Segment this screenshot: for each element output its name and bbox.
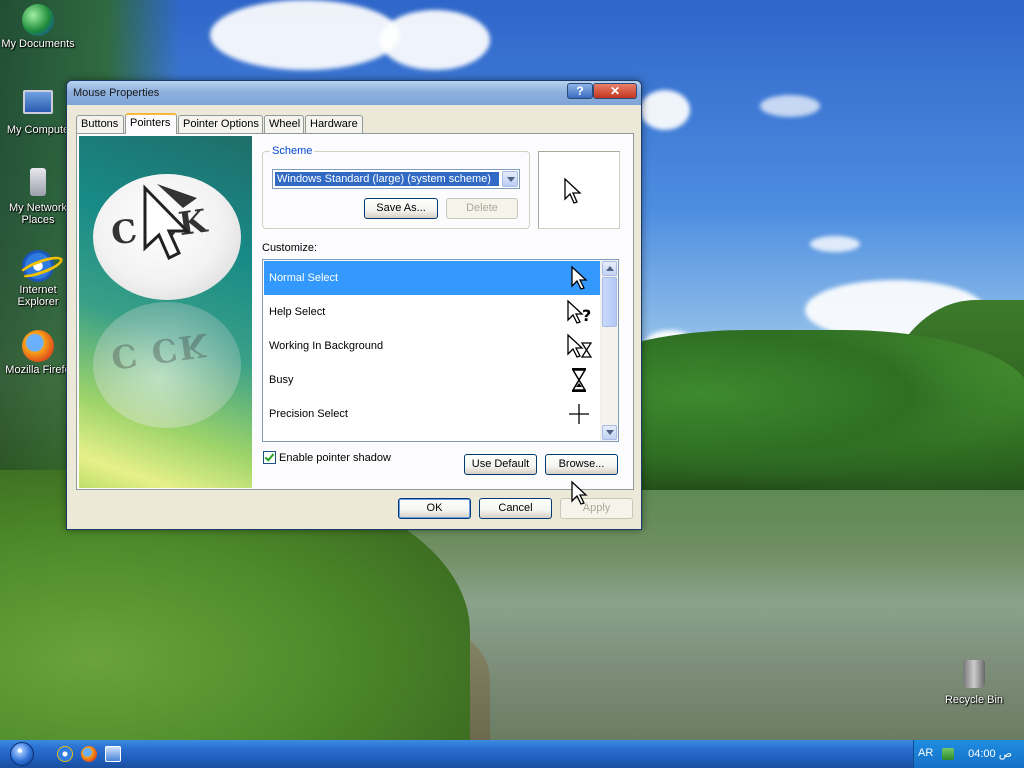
crosshair-cursor-icon: [569, 404, 589, 424]
svg-text:?: ?: [582, 306, 591, 325]
hourglass-cursor-icon: [571, 368, 587, 392]
clock[interactable]: 04:00 ص: [968, 747, 1012, 760]
desktop-icon-label: My Network Places: [8, 202, 68, 226]
internet-explorer-icon: [22, 250, 54, 282]
delete-button[interactable]: Delete: [446, 198, 518, 219]
arrow-cursor-icon: [564, 177, 582, 204]
help-cursor-icon: ?: [567, 299, 591, 325]
taskbar: AR 04:00 ص: [0, 740, 1024, 768]
ok-button[interactable]: OK: [398, 498, 471, 519]
firefox-icon[interactable]: [81, 746, 97, 762]
tab-wheel[interactable]: Wheel: [264, 115, 304, 133]
list-item-label: Working In Background: [269, 340, 384, 352]
list-item-label: Precision Select: [269, 408, 348, 420]
pointers-tab-panel: C​ CK C​ CK Scheme Windows Standard (lar…: [76, 133, 634, 490]
start-button[interactable]: [10, 742, 34, 766]
list-item-normal-select[interactable]: Normal Select: [264, 261, 600, 295]
arrow-cursor-icon: [571, 265, 588, 290]
my-computer-icon: [22, 90, 54, 122]
list-item-label: Normal Select: [269, 272, 339, 284]
list-item-busy[interactable]: Busy: [264, 363, 600, 397]
cloud: [760, 95, 820, 117]
desktop-icon-label: My Documents: [1, 38, 75, 50]
window-title: Mouse Properties: [73, 87, 160, 99]
scheme-selected-value: Windows Standard (large) (system scheme): [275, 172, 499, 186]
help-button[interactable]: ?: [567, 83, 593, 99]
cursor-preview: [538, 151, 620, 229]
desktop-icon-label: Internet Explorer: [17, 284, 59, 308]
use-default-button[interactable]: Use Default: [464, 454, 537, 475]
tab-pointer-options[interactable]: Pointer Options: [178, 115, 263, 133]
list-item-working-in-background[interactable]: Working In Background: [264, 329, 600, 363]
show-desktop-icon[interactable]: [105, 746, 121, 762]
internet-explorer-icon[interactable]: [57, 746, 73, 762]
network-places-icon: [22, 168, 54, 200]
language-indicator[interactable]: AR: [918, 747, 933, 759]
my-documents-icon: [22, 4, 54, 36]
cursor-list[interactable]: Normal Select Help Select ? Working In B…: [262, 259, 619, 442]
browse-button[interactable]: Browse...: [545, 454, 618, 475]
enable-pointer-shadow-label[interactable]: Enable pointer shadow: [279, 452, 391, 464]
tab-pointers[interactable]: Pointers: [125, 113, 177, 134]
list-item-help-select[interactable]: Help Select ?: [264, 295, 600, 329]
cloud: [380, 10, 490, 70]
chevron-down-icon[interactable]: [502, 171, 518, 187]
desktop-icon-label: Recycle Bin: [944, 694, 1004, 706]
working-cursor-icon: [567, 333, 592, 358]
scheme-group-label: Scheme: [270, 145, 315, 157]
mouse-pointer-icon: [571, 480, 588, 505]
scroll-down-icon[interactable]: [602, 425, 617, 440]
big-arrow-cursor-icon: [143, 184, 197, 261]
list-item-precision-select[interactable]: Precision Select: [264, 397, 600, 431]
mouse-properties-dialog: Mouse Properties ? ✕ Buttons Pointers Po…: [66, 80, 642, 530]
desktop-icon-my-documents[interactable]: My Documents: [0, 4, 78, 50]
cloud: [810, 236, 860, 252]
tab-hardware[interactable]: Hardware: [305, 115, 363, 133]
cloud: [210, 0, 400, 70]
scheme-dropdown[interactable]: Windows Standard (large) (system scheme): [272, 169, 520, 189]
list-item-label: Help Select: [269, 306, 326, 318]
recycle-bin-icon: [958, 660, 990, 692]
pointer-scheme-illustration: C​ CK C​ CK: [79, 136, 252, 488]
list-item-label: Busy: [269, 374, 294, 386]
cloud: [640, 90, 690, 130]
network-status-icon[interactable]: [942, 748, 954, 760]
cursor-list-scrollbar[interactable]: [600, 260, 618, 441]
cancel-button[interactable]: Cancel: [479, 498, 552, 519]
scroll-up-icon[interactable]: [602, 261, 617, 276]
tab-buttons[interactable]: Buttons: [76, 115, 124, 133]
system-tray: AR 04:00 ص: [913, 740, 1024, 768]
desktop-icon-recycle-bin[interactable]: Recycle Bin: [934, 660, 1014, 706]
close-button[interactable]: ✕: [593, 83, 637, 99]
scroll-thumb[interactable]: [602, 277, 617, 327]
enable-pointer-shadow-checkbox[interactable]: [263, 451, 276, 464]
title-bar[interactable]: Mouse Properties ? ✕: [67, 81, 641, 105]
save-as-button[interactable]: Save As...: [364, 198, 438, 219]
customize-label: Customize:: [262, 242, 318, 254]
firefox-icon: [22, 330, 54, 362]
